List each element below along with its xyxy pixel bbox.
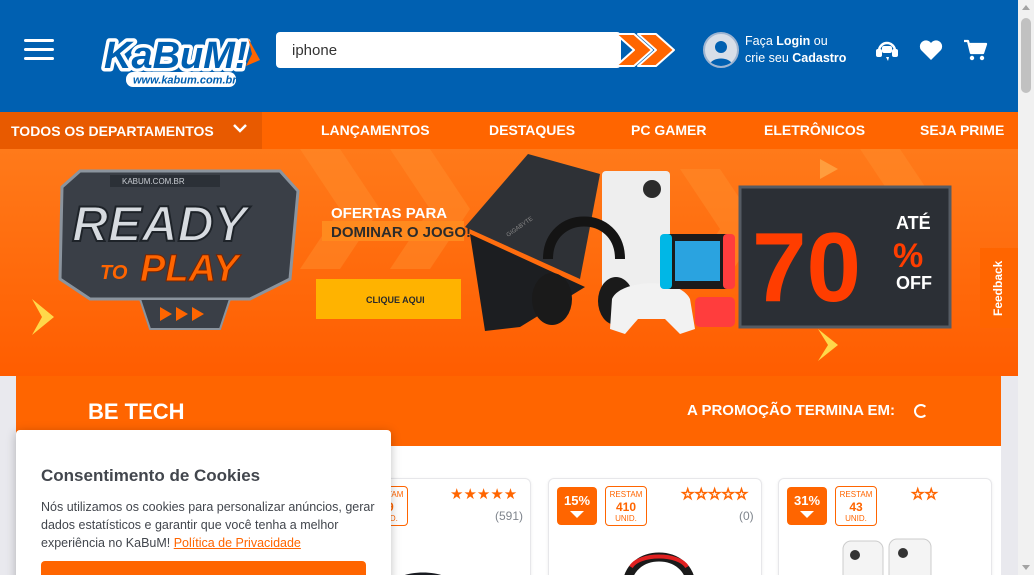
cookie-title: Consentimento de Cookies [41, 466, 261, 485]
cookie-consent-dialog: Consentimento de Cookies Nós utilizamos … [16, 430, 391, 575]
discount-badge: 31% [787, 487, 827, 525]
cookie-text: Nós utilizamos os cookies para personali… [41, 500, 375, 550]
svg-text:READY: READY [72, 196, 252, 252]
login-prompt[interactable]: Faça Login ou crie seu Cadastro [745, 33, 846, 67]
nav-link-launches[interactable]: LANÇAMENTOS [321, 112, 430, 149]
discount-badge: 15% [557, 487, 597, 525]
login-link[interactable]: Login [776, 34, 810, 48]
svg-text:DOMINAR O JOGO!: DOMINAR O JOGO! [331, 224, 471, 241]
svg-text:PLAY: PLAY [140, 248, 242, 290]
search-input[interactable] [276, 32, 621, 68]
promo-timer-label: A PROMOÇÃO TERMINA EM: [687, 402, 896, 419]
rating-stars: ☆☆ [911, 486, 939, 504]
review-count: (591) [495, 509, 524, 523]
privacy-policy-link[interactable]: Política de Privacidade [174, 536, 301, 550]
hero-banner[interactable]: KABUM.COM.BR READY TO PLAY OFERTAS PARA … [0, 149, 1018, 376]
svg-text:KaBuM!: KaBuM! [104, 35, 248, 77]
kabum-logo[interactable]: KaBuM! KaBuM! www.kabum.com.br [100, 26, 262, 88]
product-image [624, 552, 694, 575]
accept-cookies-button[interactable] [41, 561, 366, 575]
product-card[interactable]: 31% RESTAM 43 UNID. ☆☆ [778, 478, 992, 575]
product-card[interactable]: 15% RESTAM 410 UNID. ☆☆☆☆☆ (0) [548, 478, 762, 575]
heart-icon[interactable] [918, 38, 944, 62]
nav-link-pc-gamer[interactable]: PC GAMER [631, 112, 706, 149]
rating-stars: ☆☆☆☆☆ [680, 486, 749, 504]
product-image [404, 572, 442, 575]
main-navigation: TODOS OS DEPARTAMENTOS LANÇAMENTOS DESTA… [0, 112, 1018, 149]
cart-icon[interactable] [962, 38, 988, 62]
rating-stars: ★★★★★ [450, 486, 518, 503]
svg-text:70: 70 [752, 212, 861, 322]
page-scrollbar[interactable] [1018, 0, 1034, 575]
svg-text:ATÉ: ATÉ [896, 212, 931, 233]
scroll-up-icon[interactable] [1022, 5, 1030, 10]
search-arrow-icon[interactable] [612, 28, 676, 72]
svg-text:www.kabum.com.br: www.kabum.com.br [133, 75, 237, 87]
banner-artwork: KABUM.COM.BR READY TO PLAY OFERTAS PARA … [32, 149, 952, 361]
site-header: KaBuM! KaBuM! www.kabum.com.br Faça Logi… [0, 0, 1018, 112]
review-count: (0) [739, 509, 754, 523]
user-avatar-icon[interactable] [703, 32, 739, 68]
svg-text:OFF: OFF [896, 273, 932, 293]
svg-text:TO: TO [100, 262, 128, 284]
chevron-down-icon [233, 124, 247, 133]
register-link[interactable]: Cadastro [792, 51, 846, 65]
svg-text:CLIQUE AQUI: CLIQUE AQUI [366, 295, 425, 305]
svg-text:KABUM.COM.BR: KABUM.COM.BR [122, 177, 185, 186]
svg-text:%: % [893, 237, 923, 275]
nav-link-prime[interactable]: SEJA PRIME [920, 112, 1004, 149]
search-box[interactable] [276, 32, 621, 68]
promo-title: BE TECH [88, 399, 185, 424]
menu-icon[interactable] [24, 39, 54, 61]
scroll-thumb[interactable] [1021, 18, 1031, 93]
all-departments-menu[interactable]: TODOS OS DEPARTAMENTOS [0, 112, 262, 149]
svg-text:OFERTAS PARA: OFERTAS PARA [331, 205, 447, 222]
stock-badge: RESTAM 43 UNID. [835, 486, 877, 526]
loading-spinner-icon [914, 404, 928, 418]
prev-slide-icon [32, 299, 54, 335]
support-headset-icon[interactable] [874, 38, 900, 62]
nav-link-electronics[interactable]: ELETRÔNICOS [764, 112, 865, 149]
nav-link-highlights[interactable]: DESTAQUES [489, 112, 575, 149]
product-image [842, 538, 932, 575]
stock-badge: RESTAM 410 UNID. [605, 486, 647, 526]
feedback-tab[interactable]: Feedback [980, 248, 1018, 328]
scroll-down-icon[interactable] [1022, 565, 1030, 570]
